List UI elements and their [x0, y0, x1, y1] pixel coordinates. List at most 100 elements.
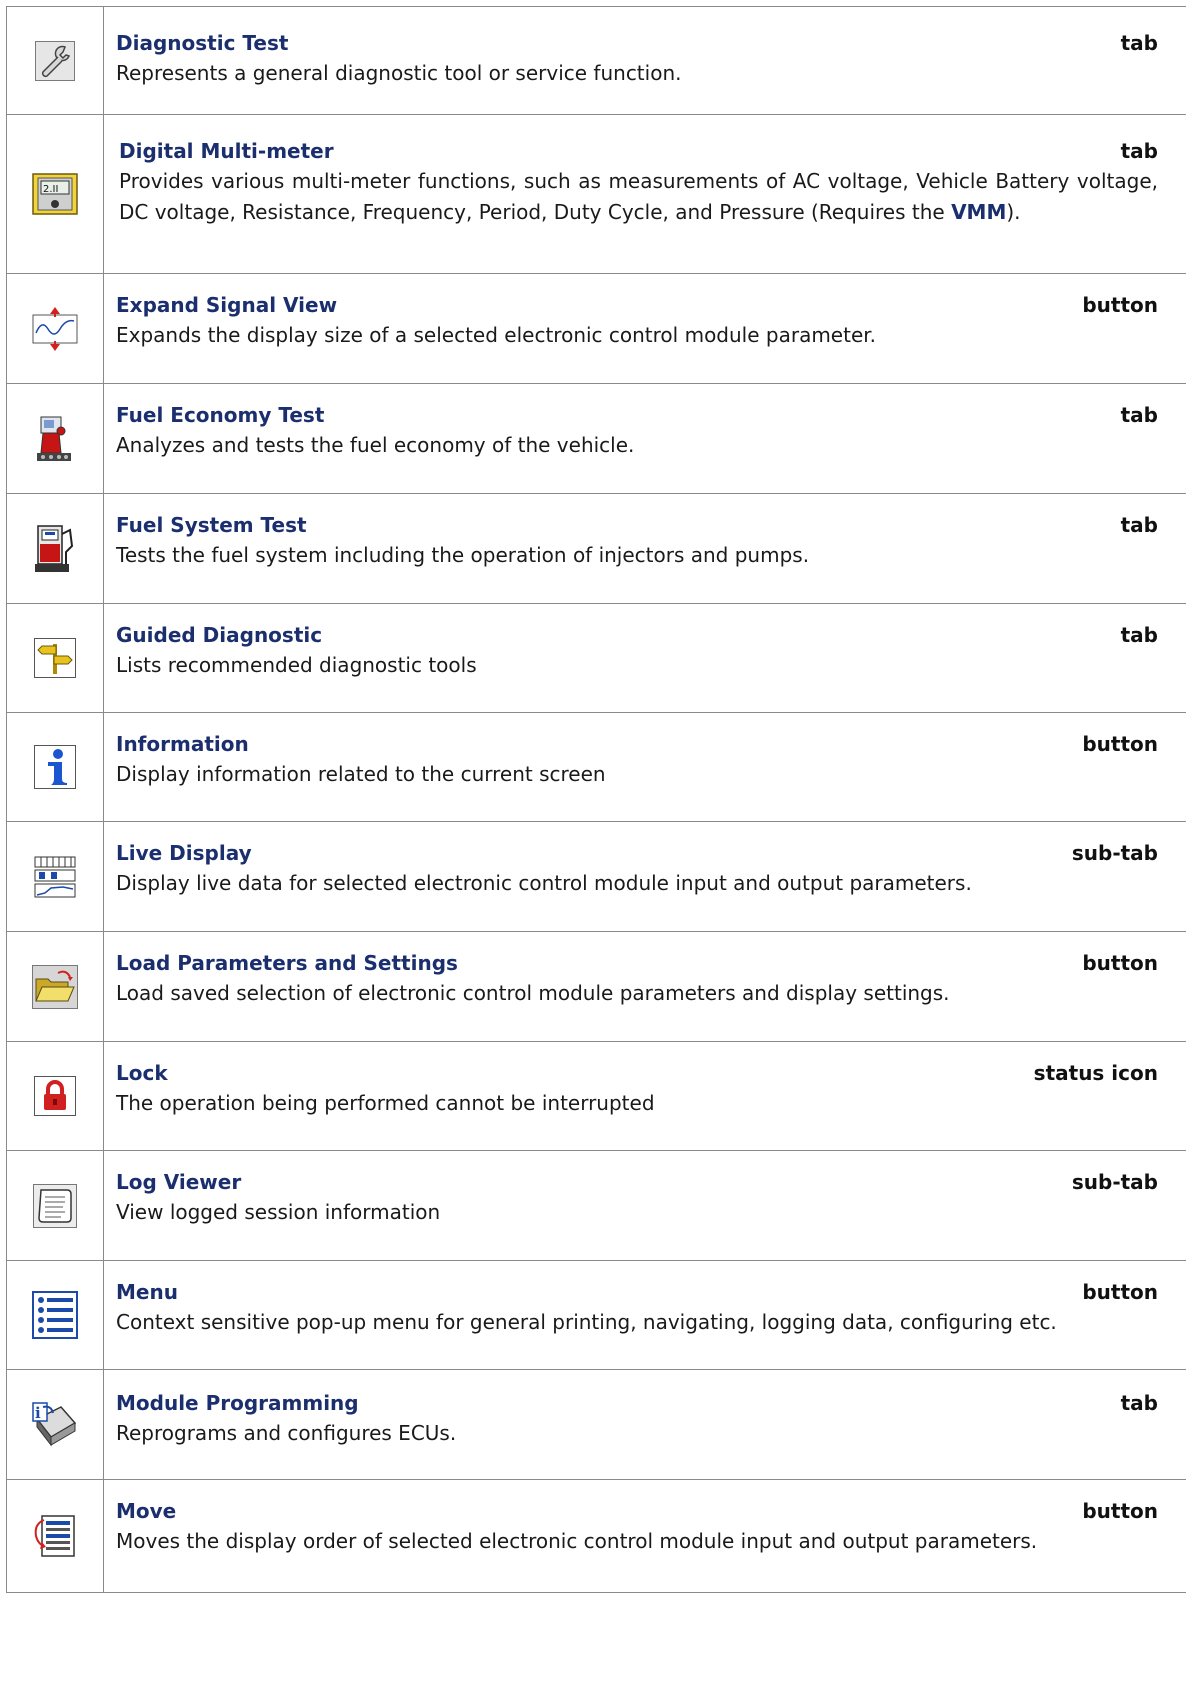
description-cell: Fuel Economy Test tab Analyzes and tests…: [103, 383, 1186, 494]
feature-title: Log Viewer: [116, 1170, 242, 1194]
feature-title: Expand Signal View: [116, 293, 338, 317]
feature-description: Tests the fuel system including the oper…: [116, 543, 810, 567]
feature-description: Display live data for selected electroni…: [116, 871, 972, 895]
feature-description: The operation being performed cannot be …: [116, 1091, 655, 1115]
feature-description: Moves the display order of selected elec…: [116, 1529, 1038, 1553]
feature-title: Information: [116, 732, 249, 756]
icon-cell: i: [6, 1369, 104, 1480]
info-icon: [34, 745, 76, 789]
description-cell: Move button Moves the display order of s…: [103, 1479, 1186, 1593]
feature-type: button: [1082, 1280, 1158, 1304]
feature-description: Context sensitive pop-up menu for genera…: [116, 1310, 1057, 1334]
icon-cell: 2.II: [6, 114, 104, 274]
feature-description: Provides various multi-meter functions, …: [119, 169, 1158, 224]
table-row: Fuel Economy Test tab Analyzes and tests…: [6, 383, 1186, 494]
feature-description: Represents a general diagnostic tool or …: [116, 61, 682, 85]
table-row: Diagnostic Test tab Represents a general…: [6, 6, 1186, 115]
description-cell: Menu button Context sensitive pop-up men…: [103, 1260, 1186, 1370]
scroll-icon: [33, 1183, 77, 1228]
table-row: Information button Display information r…: [6, 712, 1186, 822]
feature-description: Reprograms and configures ECUs.: [116, 1421, 457, 1445]
vmm-link[interactable]: VMM: [951, 200, 1006, 224]
module-programming-icon: i: [31, 1401, 79, 1449]
feature-type: tab: [1120, 513, 1158, 537]
menu-list-icon: [32, 1291, 78, 1339]
table-row: Lock status icon The operation being per…: [6, 1041, 1186, 1151]
table-row: 2.II Digital Multi-meter tab Provides va…: [6, 114, 1186, 274]
feature-title: Fuel System Test: [116, 513, 307, 537]
icon-cell: [6, 273, 104, 384]
feature-type: tab: [1120, 1391, 1158, 1415]
icon-cell: [6, 1150, 104, 1261]
feature-type: button: [1082, 732, 1158, 756]
icon-reference-table: Diagnostic Test tab Represents a general…: [6, 6, 1186, 1593]
feature-description: Display information related to the curre…: [116, 762, 606, 786]
feature-description: Analyzes and tests the fuel economy of t…: [116, 433, 635, 457]
svg-text:2.II: 2.II: [43, 184, 58, 195]
icon-cell: [6, 1260, 104, 1370]
icon-cell: [6, 383, 104, 494]
description-cell: Information button Display information r…: [103, 712, 1186, 822]
feature-title: Load Parameters and Settings: [116, 951, 458, 975]
feature-type: button: [1082, 293, 1158, 317]
feature-type: button: [1082, 951, 1158, 975]
fuel-pump-icon: [34, 524, 76, 574]
description-cell: Log Viewer sub-tab View logged session i…: [103, 1150, 1186, 1261]
expand-signal-icon: [32, 306, 78, 351]
open-folder-icon: [32, 964, 78, 1009]
description-cell: Module Programming tab Reprograms and co…: [103, 1369, 1186, 1480]
fuel-economy-icon: [35, 415, 75, 463]
icon-cell: [6, 603, 104, 713]
lock-icon: [34, 1076, 76, 1116]
feature-title: Move: [116, 1499, 177, 1523]
feature-title: Live Display: [116, 841, 252, 865]
live-display-icon: [33, 855, 77, 899]
icon-cell: [6, 712, 104, 822]
table-row: Guided Diagnostic tab Lists recommended …: [6, 603, 1186, 713]
feature-description: Lists recommended diagnostic tools: [116, 653, 477, 677]
wrench-icon: [35, 40, 75, 81]
feature-title: Guided Diagnostic: [116, 623, 323, 647]
description-cell: Digital Multi-meter tab Provides various…: [103, 114, 1186, 274]
feature-type: button: [1082, 1499, 1158, 1523]
svg-text:i: i: [35, 1404, 41, 1422]
description-cell: Expand Signal View button Expands the di…: [103, 273, 1186, 384]
feature-description: Expands the display size of a selected e…: [116, 323, 876, 347]
feature-description: Load saved selection of electronic contr…: [116, 981, 950, 1005]
move-order-icon: [32, 1512, 78, 1560]
description-cell: Load Parameters and Settings button Load…: [103, 931, 1186, 1042]
table-row: i Module Programming tab Reprograms and …: [6, 1369, 1186, 1480]
feature-type: tab: [1120, 139, 1158, 163]
feature-title: Digital Multi-meter: [119, 139, 334, 163]
feature-title: Lock: [116, 1061, 168, 1085]
signpost-icon: [34, 638, 76, 678]
icon-cell: [6, 493, 104, 604]
icon-cell: [6, 1041, 104, 1151]
table-row: Live Display sub-tab Display live data f…: [6, 821, 1186, 932]
icon-cell: [6, 821, 104, 932]
feature-type: tab: [1120, 403, 1158, 427]
feature-description: View logged session information: [116, 1200, 441, 1224]
feature-title: Menu: [116, 1280, 178, 1304]
description-cell: Guided Diagnostic tab Lists recommended …: [103, 603, 1186, 713]
feature-title: Fuel Economy Test: [116, 403, 325, 427]
icon-cell: [6, 1479, 104, 1593]
feature-type: sub-tab: [1071, 1170, 1158, 1194]
feature-type: sub-tab: [1071, 841, 1158, 865]
table-row: Load Parameters and Settings button Load…: [6, 931, 1186, 1042]
description-cell: Live Display sub-tab Display live data f…: [103, 821, 1186, 932]
description-cell: Lock status icon The operation being per…: [103, 1041, 1186, 1151]
feature-title: Diagnostic Test: [116, 31, 289, 55]
multimeter-icon: 2.II: [32, 173, 78, 215]
description-cell: Diagnostic Test tab Represents a general…: [103, 6, 1186, 115]
table-row: Fuel System Test tab Tests the fuel syst…: [6, 493, 1186, 604]
feature-type: tab: [1120, 623, 1158, 647]
feature-title: Module Programming: [116, 1391, 359, 1415]
table-row: Log Viewer sub-tab View logged session i…: [6, 1150, 1186, 1261]
icon-cell: [6, 6, 104, 115]
table-row: Move button Moves the display order of s…: [6, 1479, 1186, 1593]
table-row: Menu button Context sensitive pop-up men…: [6, 1260, 1186, 1370]
table-row: Expand Signal View button Expands the di…: [6, 273, 1186, 384]
description-cell: Fuel System Test tab Tests the fuel syst…: [103, 493, 1186, 604]
icon-cell: [6, 931, 104, 1042]
